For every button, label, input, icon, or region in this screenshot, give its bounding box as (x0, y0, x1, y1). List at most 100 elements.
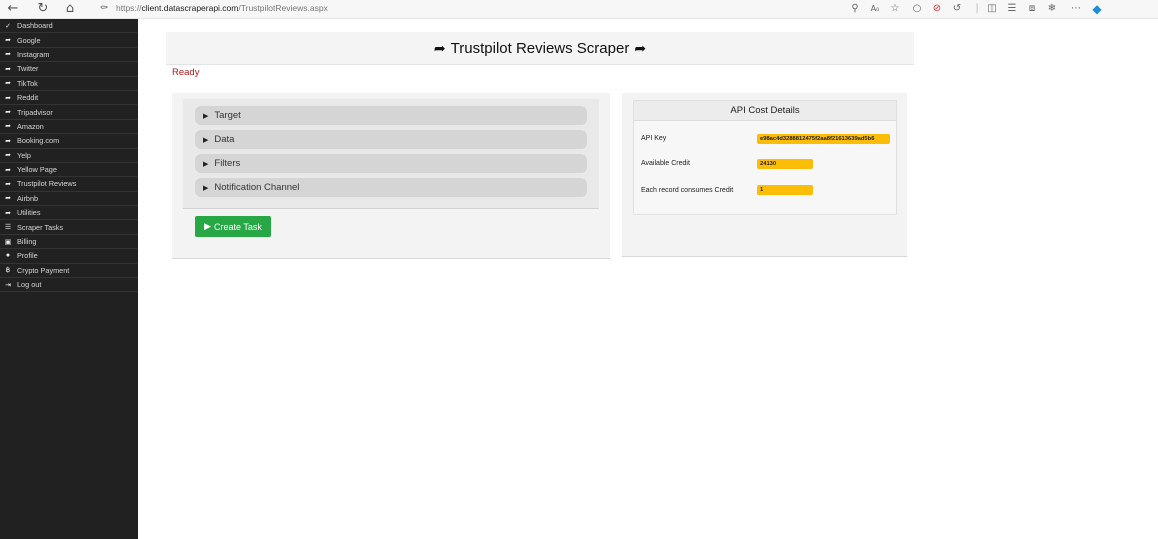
sidebar-item-crypto-payment[interactable]: ฿ Crypto Payment (0, 264, 138, 279)
caret-right-icon: ▶ (203, 112, 209, 120)
accordion: ▶ Target ▶ Data ▶ Filters ▶ Notification… (183, 99, 599, 209)
accordion-label: Data (214, 134, 235, 145)
sidebar-item-dashboard[interactable]: ✓ Dashboard (0, 19, 138, 34)
paper-plane-icon: ➦ (5, 123, 11, 131)
sidebar-item-label: Yelp (17, 150, 31, 160)
sidebar-item-yelp[interactable]: ➦ Yelp (0, 149, 138, 163)
paper-plane-icon: ➦ (5, 37, 11, 45)
back-icon[interactable]: ← (5, 1, 21, 17)
refresh-icon[interactable]: ↻ (35, 1, 51, 17)
extension-g-icon[interactable]: ↺ (950, 2, 964, 16)
sidebar-item-amazon[interactable]: ➦ Amazon (0, 120, 138, 135)
sidebar-item-label: Log out (17, 280, 42, 290)
url-host: client.datascraperapi.com (141, 3, 239, 13)
sidebar-item-google[interactable]: ➦ Google (0, 33, 138, 48)
split-screen-icon[interactable]: ◫ (985, 2, 999, 16)
sidebar-item-label: Trustpilot Reviews (17, 179, 77, 189)
caret-right-icon: ▶ (203, 184, 209, 192)
sidebar-item-airbnb[interactable]: ➦ Airbnb (0, 192, 138, 207)
sidebar: ✓ Dashboard ➦ Google ➦ Instagram ➦ Twitter ➦ TikT… (0, 19, 138, 539)
paper-plane-icon: ➦ (5, 195, 11, 203)
address-bar[interactable]: https://client.datascraperapi.com/Trustp… (116, 3, 328, 13)
task-form-panel: ▶ Target ▶ Data ▶ Filters ▶ Notification… (172, 93, 610, 259)
play-icon: ▶ (204, 221, 212, 231)
sidebar-item-label: Amazon (17, 121, 44, 131)
api-cost-box: API Cost Details API Key e98ac4d32888124… (633, 100, 897, 215)
accordion-label: Filters (214, 158, 241, 169)
accordion-notification-channel[interactable]: ▶ Notification Channel (195, 178, 587, 197)
paper-plane-icon: ➦ (5, 109, 11, 117)
blocker-icon[interactable]: ⊘ (930, 2, 944, 16)
sidebar-item-label: Utilities (17, 208, 41, 218)
api-key-label: API Key (641, 135, 667, 142)
separator-icon: | (975, 3, 979, 14)
paper-plane-icon: ➦ (433, 39, 446, 56)
sidebar-item-utilities[interactable]: ➦ Utilities (0, 206, 138, 221)
more-menu-icon[interactable]: ⋯ (1069, 2, 1083, 16)
paper-plane-icon: ➦ (5, 152, 11, 160)
sidebar-item-label: TikTok (17, 78, 38, 88)
sidebar-item-trustpilot-reviews[interactable]: ➦ Trustpilot Reviews (0, 177, 138, 192)
api-key-value: e98ac4d3288812475f2aa8f21613639ad5b6 (757, 134, 890, 144)
accordion-data[interactable]: ▶ Data (195, 130, 587, 149)
bitcoin-icon: ฿ (5, 267, 11, 275)
api-cost-title: API Cost Details (634, 101, 896, 121)
paper-plane-icon: ➦ (5, 166, 11, 174)
page-header: ➦ Trustpilot Reviews Scraper ➦ (166, 32, 914, 65)
sidebar-item-label: Twitter (17, 64, 39, 74)
sidebar-item-log-out[interactable]: ⇥ Log out (0, 278, 138, 293)
copilot-icon[interactable]: ◆ (1090, 2, 1104, 16)
sidebar-item-label: Profile (17, 251, 38, 261)
sidebar-item-label: Instagram (17, 49, 50, 59)
logout-icon: ⇥ (5, 281, 11, 289)
favorite-star-icon[interactable]: ☆ (888, 2, 902, 16)
favorites-icon[interactable]: ☰ (1005, 2, 1019, 16)
record-consume-value: 1 (757, 185, 813, 195)
sidebar-item-scraper-tasks[interactable]: ☰ Scraper Tasks (0, 220, 138, 235)
paper-plane-icon: ➦ (5, 180, 11, 188)
lock-icon[interactable]: ⚰ (96, 1, 112, 17)
sidebar-item-label: Tripadvisor (17, 107, 53, 117)
paper-plane-icon: ➦ (634, 39, 647, 56)
accordion-label: Notification Channel (214, 182, 300, 193)
page-title: Trustpilot Reviews Scraper (450, 39, 630, 57)
money-icon: ▣ (4, 238, 12, 246)
sidebar-item-profile[interactable]: ● Profile (0, 249, 138, 264)
record-consume-label: Each record consumes Credit (641, 187, 734, 194)
paper-plane-icon: ➦ (5, 80, 11, 88)
user-icon: ● (5, 252, 11, 260)
sidebar-item-booking-com[interactable]: ➦ Booking.com (0, 134, 138, 149)
zoom-icon[interactable]: ⚲ (848, 2, 862, 16)
sidebar-item-label: Crypto Payment (17, 265, 70, 275)
extension-circle-icon[interactable]: ○ (910, 2, 924, 16)
caret-right-icon: ▶ (203, 136, 209, 144)
sidebar-item-instagram[interactable]: ➦ Instagram (0, 48, 138, 63)
sidebar-item-twitter[interactable]: ➦ Twitter (0, 62, 138, 77)
extension-icon[interactable]: ❄ (1045, 2, 1059, 16)
sidebar-item-label: Reddit (17, 93, 39, 103)
url-path: /TrustpilotReviews.aspx (238, 3, 328, 13)
accordion-filters[interactable]: ▶ Filters (195, 154, 587, 173)
sidebar-item-label: Booking.com (17, 136, 60, 146)
paper-plane-icon: ➦ (5, 65, 11, 73)
create-task-button[interactable]: ▶ Create Task (195, 216, 271, 237)
sidebar-item-yellow-page[interactable]: ➦ Yellow Page (0, 163, 138, 178)
paper-plane-icon: ➦ (5, 51, 11, 59)
available-credit-value: 24130 (757, 159, 813, 169)
browser-toolbar: ← ↻ ⌂ ⚰ https://client.datascraperapi.co… (0, 0, 1158, 19)
read-aloud-icon[interactable]: A₀ (868, 2, 882, 16)
home-icon[interactable]: ⌂ (62, 1, 78, 17)
available-credit-label: Available Credit (641, 160, 690, 167)
sidebar-item-label: Billing (17, 237, 37, 247)
check-icon: ✓ (5, 22, 11, 30)
sidebar-item-label: Google (17, 35, 41, 45)
sidebar-item-tripadvisor[interactable]: ➦ Tripadvisor (0, 105, 138, 120)
accordion-target[interactable]: ▶ Target (195, 106, 587, 125)
sidebar-item-billing[interactable]: ▣ Billing (0, 235, 138, 250)
sidebar-item-tiktok[interactable]: ➦ TikTok (0, 77, 138, 91)
collections-icon[interactable]: ⧈ (1025, 2, 1039, 16)
create-task-label: Create Task (214, 221, 262, 232)
sidebar-item-reddit[interactable]: ➦ Reddit (0, 91, 138, 106)
paper-plane-icon: ➦ (5, 209, 11, 217)
sidebar-item-label: Dashboard (17, 21, 53, 31)
